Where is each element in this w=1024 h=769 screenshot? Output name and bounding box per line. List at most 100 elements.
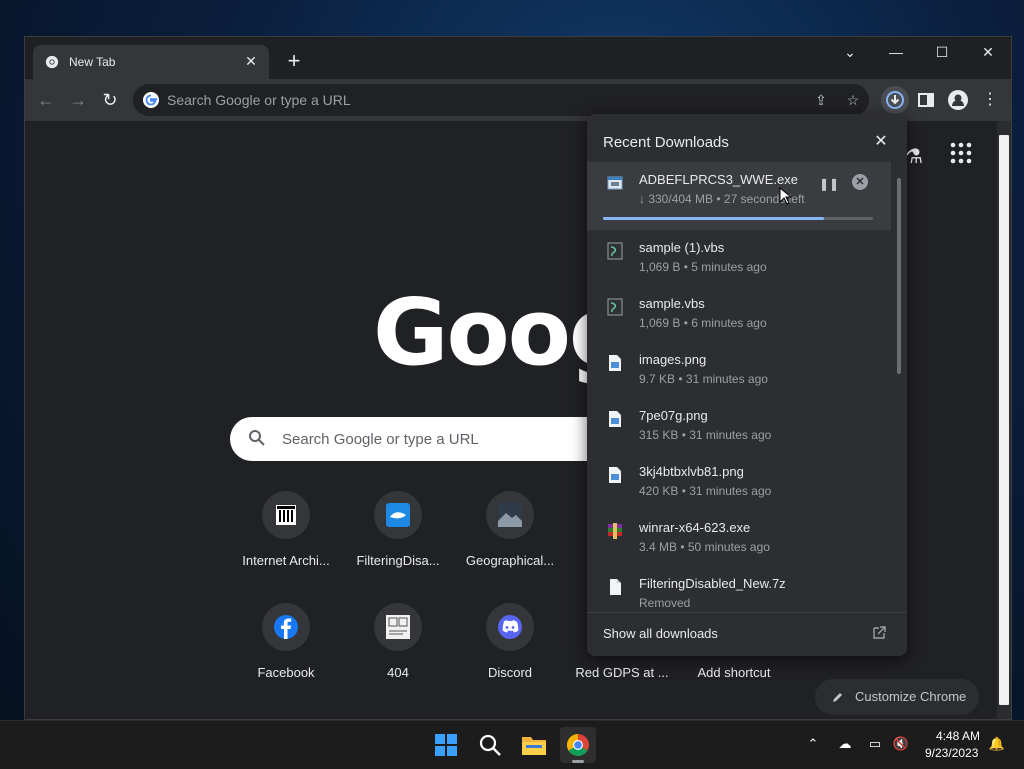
ntp-search-placeholder: Search Google or type a URL [282, 431, 479, 448]
clock-time[interactable]: 4:48 AM [936, 729, 980, 743]
labs-flask-icon[interactable]: ⚗ [905, 144, 923, 169]
download-item[interactable]: images.png 9.7 KB • 31 minutes ago [587, 342, 891, 398]
exe-icon [607, 176, 623, 190]
windows-logo-icon [435, 734, 457, 756]
menu-kebab-icon[interactable]: ⋮ [977, 87, 1003, 113]
download-item[interactable]: FilteringDisabled_New.7z Removed [587, 566, 891, 612]
new-tab-button[interactable]: + [281, 49, 307, 75]
download-filename: sample (1).vbs [639, 240, 725, 255]
show-all-downloads-link[interactable]: Show all downloads [603, 626, 718, 641]
download-filename: winrar-x64-623.exe [639, 520, 751, 535]
volume-muted-icon[interactable]: 🔇 [892, 735, 910, 753]
apps-grid-icon[interactable] [949, 141, 973, 165]
download-filename: images.png [639, 352, 707, 367]
shortcut-facebook[interactable]: Facebook [230, 603, 342, 703]
chrome-icon [45, 55, 59, 69]
open-external-icon[interactable] [871, 625, 887, 641]
shortcut-discord[interactable]: Discord [454, 603, 566, 703]
taskbar-search-button[interactable] [472, 727, 508, 763]
downloads-toolbar-button[interactable] [881, 86, 909, 114]
network-icon[interactable]: ▭ [866, 735, 884, 753]
tab-close-icon[interactable]: ✕ [241, 51, 261, 71]
404-icon [386, 615, 410, 639]
customize-label: Customize Chrome [855, 689, 967, 704]
notification-bell-icon[interactable]: 🔔 [988, 735, 1006, 753]
shortcut-geographical[interactable]: Geographical... [454, 491, 566, 591]
download-filename: FilteringDisabled_New.7z [639, 576, 786, 591]
shortcut-filteringdisabled[interactable]: FilteringDisa... [342, 491, 454, 591]
shortcut-label: Red GDPS at ... [575, 665, 669, 680]
bookmark-star-icon[interactable]: ☆ [843, 90, 863, 110]
omnibox-placeholder: Search Google or type a URL [167, 92, 351, 108]
page-scroll-thumb[interactable] [999, 135, 1009, 705]
shortcut-label: Internet Archi... [242, 553, 330, 568]
shortcut-label: FilteringDisa... [356, 553, 440, 568]
downloads-scrollbar[interactable] [897, 178, 901, 374]
share-icon[interactable]: ⇪ [811, 90, 831, 110]
download-filename: 7pe07g.png [639, 408, 708, 423]
vbs-icon [607, 298, 623, 316]
shortcut-label: Add shortcut [697, 665, 771, 680]
tab-search-icon[interactable]: ⌄ [827, 37, 873, 67]
minimize-button[interactable]: — [873, 37, 919, 67]
back-icon[interactable]: ← [33, 87, 59, 113]
download-progress-fill [603, 217, 825, 220]
close-window-button[interactable]: ✕ [965, 37, 1011, 67]
download-progress-bar [603, 217, 873, 220]
search-icon [479, 734, 501, 756]
png-icon [609, 411, 621, 427]
download-status: 315 KB • 31 minutes ago [639, 428, 772, 442]
onedrive-icon[interactable]: ☁ [836, 735, 854, 753]
downloads-title: Recent Downloads [603, 134, 729, 151]
profile-avatar-icon[interactable] [945, 87, 971, 113]
shortcut-internet-archive[interactable]: Internet Archi... [230, 491, 342, 591]
tray-overflow-chevron-icon[interactable]: ⌃ [804, 735, 822, 753]
facebook-icon [274, 615, 298, 639]
shortcut-label: 404 [387, 665, 409, 680]
tab-title: New Tab [69, 55, 116, 69]
customize-chrome-button[interactable]: Customize Chrome [815, 679, 979, 715]
download-icon [886, 91, 904, 109]
shortcut-404[interactable]: 404 [342, 603, 454, 703]
downloads-bubble: Recent Downloads ✕ ADBEFLPRCS3_WWE.exe ↓… [587, 114, 907, 656]
chrome-icon [567, 734, 589, 756]
downloads-list: ADBEFLPRCS3_WWE.exe ↓ 330/404 MB • 27 se… [587, 162, 907, 612]
start-button[interactable] [428, 727, 464, 763]
download-status: 420 KB • 31 minutes ago [639, 484, 772, 498]
pause-icon[interactable]: ❚❚ [819, 174, 839, 194]
png-icon [609, 467, 621, 483]
download-status: 1,069 B • 5 minutes ago [639, 260, 767, 274]
download-item[interactable]: 7pe07g.png 315 KB • 31 minutes ago [587, 398, 891, 454]
page-scrollbar[interactable] [997, 121, 1011, 719]
search-icon [249, 430, 265, 446]
omnibox[interactable]: Search Google or type a URL ⇪ ☆ [133, 84, 869, 116]
chrome-taskbar-button[interactable] [560, 727, 596, 763]
internet-archive-icon [276, 505, 296, 525]
reload-icon[interactable]: ↻ [97, 87, 123, 113]
taskbar: ⌃ ☁ ▭ 🔇 4:48 AM 9/23/2023 🔔 [0, 720, 1024, 769]
download-item[interactable]: winrar-x64-623.exe 3.4 MB • 50 minutes a… [587, 510, 891, 566]
download-item[interactable]: sample (1).vbs 1,069 B • 5 minutes ago [587, 230, 891, 286]
forward-icon[interactable]: → [65, 87, 91, 113]
tab-new-tab[interactable]: New Tab ✕ [33, 45, 269, 79]
close-icon[interactable]: ✕ [871, 132, 891, 152]
show-all-downloads-row[interactable]: Show all downloads [587, 612, 907, 656]
maximize-button[interactable]: ☐ [919, 37, 965, 67]
side-panel-icon[interactable] [913, 87, 939, 113]
shortcut-label: Geographical... [465, 553, 555, 568]
download-item-active[interactable]: ADBEFLPRCS3_WWE.exe ↓ 330/404 MB • 27 se… [587, 162, 891, 230]
vbs-icon [607, 242, 623, 260]
google-g-icon [143, 92, 159, 108]
download-item[interactable]: sample.vbs 1,069 B • 6 minutes ago [587, 286, 891, 342]
file-icon [610, 579, 621, 595]
file-explorer-button[interactable] [516, 727, 552, 763]
clock-date[interactable]: 9/23/2023 [925, 746, 978, 760]
pencil-icon [833, 693, 842, 702]
download-filename: ADBEFLPRCS3_WWE.exe [639, 172, 798, 187]
cancel-download-icon[interactable]: ✕ [852, 174, 868, 190]
active-indicator [572, 760, 584, 763]
download-filename: sample.vbs [639, 296, 705, 311]
winrar-icon [608, 523, 622, 539]
download-status: 3.4 MB • 50 minutes ago [639, 540, 770, 554]
download-item[interactable]: 3kj4btbxlvb81.png 420 KB • 31 minutes ag… [587, 454, 891, 510]
